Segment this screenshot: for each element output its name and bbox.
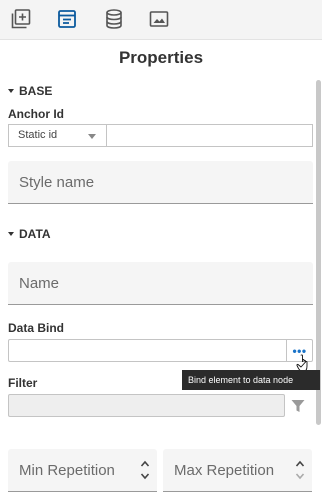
data-bind-input[interactable]: •••: [8, 339, 313, 362]
properties-panel-icon[interactable]: [55, 7, 79, 31]
anchor-id-row: Static id: [8, 124, 313, 147]
caret-down-icon: [8, 89, 14, 93]
max-repetition-placeholder: Max Repetition: [174, 462, 275, 479]
section-base-label: BASE: [19, 84, 53, 98]
anchor-id-label: Anchor Id: [8, 107, 64, 121]
panel-toolbar: [0, 0, 322, 40]
min-repetition-placeholder: Min Repetition: [19, 462, 115, 479]
style-name-field[interactable]: Style name: [8, 161, 313, 204]
dropdown-arrow-icon: [88, 134, 96, 139]
panel-title: Properties: [118, 48, 204, 67]
data-bind-label: Data Bind: [8, 321, 65, 335]
anchor-id-type-select[interactable]: Static id: [8, 124, 107, 147]
anchor-id-input[interactable]: [107, 124, 313, 147]
filter-label: Filter: [8, 376, 38, 390]
section-data-label: DATA: [19, 227, 51, 241]
panel-scrollbar[interactable]: [315, 80, 322, 501]
image-icon[interactable]: [147, 7, 171, 31]
bind-tooltip: Bind element to data node: [182, 370, 320, 390]
style-name-placeholder: Style name: [19, 174, 95, 191]
add-box-icon[interactable]: [9, 7, 33, 31]
min-repetition-stepper[interactable]: Min Repetition: [8, 449, 157, 492]
section-data-header[interactable]: DATA: [8, 227, 51, 241]
spin-arrows-icon[interactable]: [295, 458, 305, 482]
section-base-header[interactable]: BASE: [8, 84, 52, 98]
name-field[interactable]: Name: [8, 262, 313, 305]
name-placeholder: Name: [19, 275, 60, 292]
database-icon[interactable]: [102, 7, 126, 31]
anchor-id-type-value: Static id: [18, 129, 58, 141]
caret-down-icon: [8, 232, 14, 236]
max-repetition-stepper[interactable]: Max Repetition: [163, 449, 312, 492]
spin-arrows-icon[interactable]: [140, 458, 150, 482]
filter-input: [8, 394, 285, 417]
filter-icon[interactable]: [290, 398, 306, 414]
